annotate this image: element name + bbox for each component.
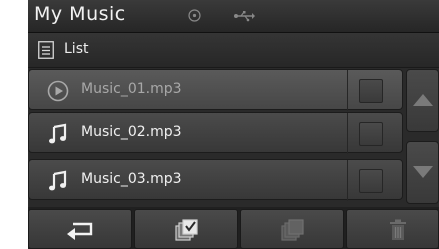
list-item[interactable]: Music_02.mp3 bbox=[28, 112, 403, 154]
play-icon bbox=[47, 80, 69, 102]
list-item[interactable]: Music_01.mp3 bbox=[28, 69, 403, 111]
delete-icon bbox=[390, 219, 406, 240]
row-divider bbox=[347, 113, 348, 154]
music-note-icon bbox=[49, 123, 67, 144]
file-name: Music_03.mp3 bbox=[81, 171, 182, 187]
bottom-toolbar bbox=[28, 207, 439, 249]
delete-button[interactable] bbox=[346, 209, 439, 249]
unselect-all-button[interactable] bbox=[240, 209, 344, 249]
select-all-button[interactable] bbox=[134, 209, 238, 249]
file-name: Music_01.mp3 bbox=[81, 81, 182, 97]
select-all-icon bbox=[175, 219, 198, 241]
back-icon bbox=[67, 222, 93, 240]
list-label: List bbox=[64, 41, 89, 57]
disc-icon bbox=[188, 9, 201, 22]
row-divider bbox=[347, 160, 348, 201]
select-checkbox[interactable] bbox=[359, 169, 383, 193]
select-checkbox[interactable] bbox=[359, 122, 383, 146]
file-name: Music_02.mp3 bbox=[81, 124, 182, 140]
unselect-all-icon bbox=[281, 219, 304, 241]
scroll-down-button[interactable] bbox=[406, 141, 439, 204]
list-icon bbox=[38, 41, 54, 59]
list-header[interactable]: List bbox=[28, 33, 439, 68]
title-bar: My Music bbox=[28, 0, 439, 33]
scroll-up-button[interactable] bbox=[406, 69, 439, 132]
music-note-icon bbox=[49, 170, 67, 191]
usb-icon bbox=[234, 11, 255, 22]
row-divider bbox=[347, 70, 348, 111]
back-button[interactable] bbox=[28, 209, 132, 249]
scroll-down-icon bbox=[413, 166, 433, 178]
select-checkbox[interactable] bbox=[359, 79, 383, 103]
music-screen: My Music List Music_01.mp3 Music_02.mp3 … bbox=[28, 0, 439, 249]
page-title: My Music bbox=[34, 3, 126, 25]
list-item[interactable]: Music_03.mp3 bbox=[28, 159, 403, 201]
scroll-up-icon bbox=[413, 94, 433, 106]
